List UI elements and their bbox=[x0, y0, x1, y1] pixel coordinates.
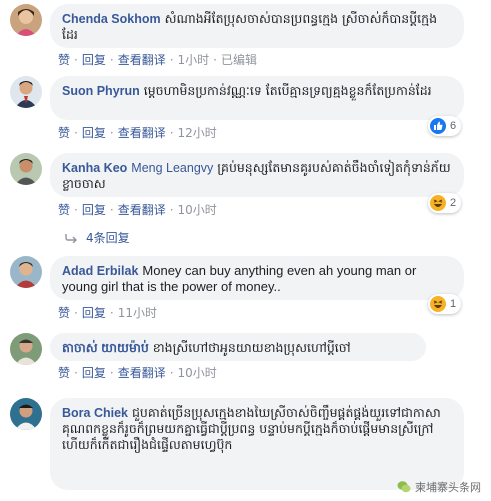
replies-count-label: 4条回复 bbox=[86, 231, 130, 245]
reaction-number: 2 bbox=[450, 197, 457, 209]
reaction-count[interactable]: 2 bbox=[428, 193, 462, 213]
like-icon bbox=[430, 118, 446, 134]
reaction-number: 1 bbox=[450, 298, 457, 310]
haha-icon bbox=[430, 296, 446, 312]
like-link[interactable]: 赞 bbox=[58, 203, 70, 217]
separator: · bbox=[213, 53, 217, 67]
reaction-number: 6 bbox=[450, 120, 457, 132]
like-link[interactable]: 赞 bbox=[58, 53, 70, 67]
separator: · bbox=[109, 126, 114, 140]
comment-actions: 赞 · 回复 · 查看翻译 · 10小时 bbox=[58, 201, 217, 218]
reaction-count[interactable]: 1 bbox=[428, 294, 462, 314]
timestamp[interactable]: 10小时 bbox=[178, 203, 217, 217]
separator: · bbox=[74, 53, 78, 67]
comment-author[interactable]: Suon Phyrun bbox=[62, 84, 140, 98]
see-translation-link[interactable]: 查看翻译 bbox=[118, 126, 166, 140]
reply-link[interactable]: 回复 bbox=[82, 203, 106, 217]
separator: · bbox=[169, 53, 174, 67]
avatar[interactable] bbox=[10, 4, 42, 36]
reply-link[interactable]: 回复 bbox=[82, 366, 106, 380]
separator: · bbox=[109, 53, 114, 67]
edited-label[interactable]: 已编辑 bbox=[221, 53, 257, 67]
comment-author[interactable]: Adad Erbilak bbox=[62, 264, 138, 278]
timestamp[interactable]: 11小时 bbox=[118, 306, 157, 320]
haha-icon bbox=[430, 195, 446, 211]
watermark: 柬埔寨头条网 bbox=[397, 479, 481, 495]
reply-link[interactable]: 回复 bbox=[82, 306, 106, 320]
avatar[interactable] bbox=[10, 76, 42, 108]
timestamp[interactable]: 12小时 bbox=[178, 126, 217, 140]
comment-author[interactable]: តាចាស់ យាយម៉ាប់ bbox=[62, 341, 149, 355]
see-translation-link[interactable]: 查看翻译 bbox=[118, 203, 166, 217]
separator: · bbox=[74, 366, 78, 380]
comment-bubble: Bora Chiek ជួបគាត់ច្រើនប្រុសក្មេងខាងឃៃស្… bbox=[50, 398, 464, 490]
comment-author[interactable]: Bora Chiek bbox=[62, 406, 128, 420]
mention-link[interactable]: Meng Leangvy bbox=[131, 161, 213, 175]
separator: · bbox=[74, 203, 78, 217]
comment-actions: 赞 · 回复 · 查看翻译 · 1小时 · 已编辑 bbox=[58, 51, 257, 68]
comment-bubble: Chenda Sokhom សំណាងអីតែប្រុសចាស់បានប្រពន… bbox=[50, 4, 464, 48]
comment-bubble: Suon Phyrun ម្ដេចហាមិនប្រកាន់វណ្ណៈទេ តែប… bbox=[50, 76, 464, 120]
like-link[interactable]: 赞 bbox=[58, 126, 70, 140]
comment-bubble: Adad Erbilak Money can buy anything even… bbox=[50, 256, 464, 300]
separator: · bbox=[109, 366, 114, 380]
comment-text: ម្ដេចហាមិនប្រកាន់វណ្ណៈទេ តែបើគ្មានទ្រព្យ… bbox=[143, 83, 432, 98]
avatar[interactable] bbox=[10, 256, 42, 288]
comment-bubble: តាចាស់ យាយម៉ាប់ ខាងស្រីហៅថាអូនយាយខាងប្រុ… bbox=[50, 333, 426, 361]
reply-arrow-icon bbox=[65, 233, 77, 243]
separator: · bbox=[169, 203, 174, 217]
wechat-logo-icon bbox=[397, 481, 411, 493]
see-translation-link[interactable]: 查看翻译 bbox=[118, 366, 166, 380]
separator: · bbox=[109, 306, 114, 320]
comment-actions: 赞 · 回复 · 查看翻译 · 12小时 bbox=[58, 124, 217, 141]
watermark-text: 柬埔寨头条网 bbox=[415, 481, 481, 494]
comment-bubble: Kanha Keo Meng Leangvy គ្រប់មនុស្សតែមានគ… bbox=[50, 153, 464, 197]
comment-actions: 赞 · 回复 · 查看翻译 · 10小时 bbox=[58, 364, 217, 381]
like-link[interactable]: 赞 bbox=[58, 366, 70, 380]
separator: · bbox=[169, 366, 174, 380]
reaction-count[interactable]: 6 bbox=[428, 116, 462, 136]
reply-link[interactable]: 回复 bbox=[82, 126, 106, 140]
separator: · bbox=[109, 203, 114, 217]
comment-actions: 赞 · 回复 · 11小时 bbox=[58, 304, 157, 321]
comment-author[interactable]: Kanha Keo bbox=[62, 161, 127, 175]
separator: · bbox=[74, 306, 78, 320]
avatar[interactable] bbox=[10, 398, 42, 430]
view-replies-link[interactable]: 4条回复 bbox=[64, 229, 130, 246]
separator: · bbox=[74, 126, 78, 140]
reply-link[interactable]: 回复 bbox=[82, 53, 106, 67]
see-translation-link[interactable]: 查看翻译 bbox=[118, 53, 166, 67]
like-link[interactable]: 赞 bbox=[58, 306, 70, 320]
avatar[interactable] bbox=[10, 153, 42, 185]
timestamp[interactable]: 10小时 bbox=[178, 366, 217, 380]
timestamp[interactable]: 1小时 bbox=[178, 53, 210, 67]
avatar[interactable] bbox=[10, 333, 42, 365]
comment-text: ខាងស្រីហៅថាអូនយាយខាងប្រុសហៅប្ដីចៅ bbox=[152, 340, 351, 355]
comment-author[interactable]: Chenda Sokhom bbox=[62, 12, 161, 26]
separator: · bbox=[169, 126, 174, 140]
